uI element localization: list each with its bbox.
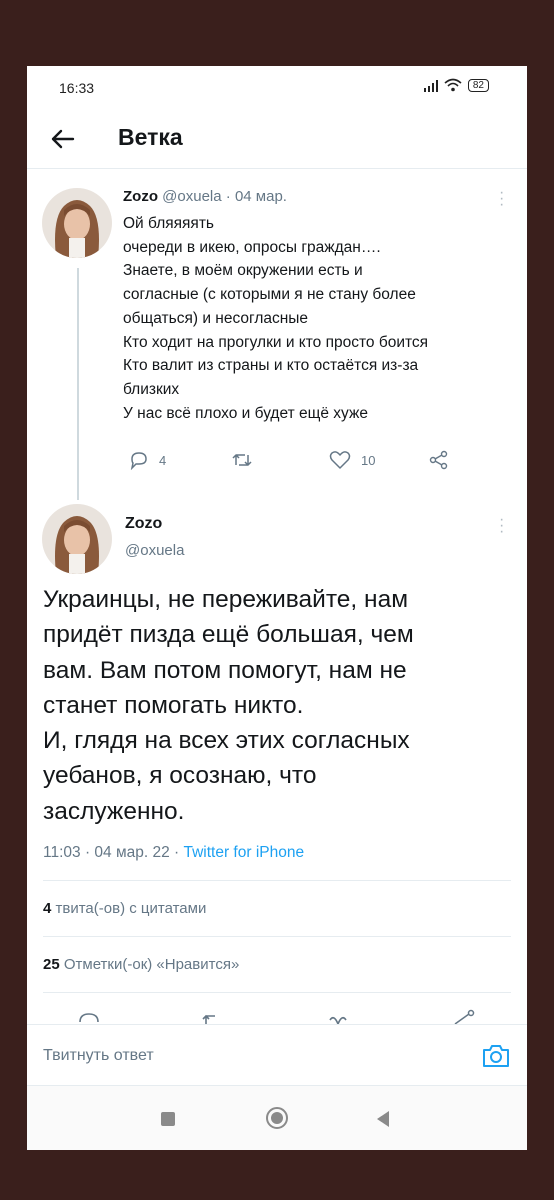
reply-button[interactable]: 4	[129, 450, 166, 470]
page-title: Ветка	[118, 124, 183, 150]
status-icons: 82	[423, 78, 489, 92]
timestamp-text: 11:03 · 04 мар. 22 ·	[43, 844, 184, 861]
share-icon	[429, 450, 448, 470]
author-name[interactable]: Zozo	[123, 188, 158, 205]
likes-label: Отметки(-ок) «Нравится»	[59, 956, 240, 973]
tweet-line: И, глядя на всех этих согласных	[43, 727, 410, 755]
battery-icon: 82	[467, 78, 489, 92]
meta-separator: ·	[225, 188, 231, 205]
tweet-line: станет помогать никто.	[43, 691, 304, 719]
tweet-line: придёт пизда ещё большая, чем	[43, 621, 414, 649]
like-icon	[329, 451, 351, 469]
tweet-line: Украинцы, не переживайте, нам	[43, 586, 409, 613]
likes-stat[interactable]: 25 Отметки(-ок) «Нравится»	[43, 956, 239, 973]
likes-count: 25	[43, 956, 60, 973]
retweet-button[interactable]	[231, 450, 253, 470]
camera-icon[interactable]	[481, 1043, 511, 1069]
top-bar: Ветка	[27, 110, 527, 169]
main-tweet-text: Украинцы, не переживайте, нам придёт пиз…	[43, 582, 513, 829]
tweet-line: Кто ходит на прогулки и кто просто боитс…	[123, 333, 429, 351]
tweet-line: Знаете, в моём окружении есть и	[123, 262, 363, 280]
divider	[43, 992, 511, 993]
reply-count: 4	[159, 452, 167, 468]
tweet-actions: 4 10	[123, 450, 483, 476]
avatar[interactable]	[42, 188, 112, 258]
tweet-meta: Zozo @oxuela · 04 мар.	[123, 188, 287, 205]
reply-composer[interactable]: Твитнуть ответ	[27, 1024, 527, 1086]
tweet-line: уебанов, я осознаю, что	[43, 762, 317, 790]
back-arrow-icon[interactable]	[47, 124, 77, 154]
divider	[43, 880, 511, 881]
tweet-line: вам. Вам потом помогут, нам не	[43, 656, 407, 684]
status-bar: 16:33 82	[27, 66, 527, 110]
source-link[interactable]: Twitter for iPhone	[183, 844, 304, 861]
wifi-icon	[444, 78, 462, 92]
tweet-line: заслуженно.	[43, 797, 185, 825]
signal-icon	[423, 78, 438, 92]
kebab-icon[interactable]: · · ·	[499, 512, 504, 540]
avatar[interactable]	[42, 504, 112, 574]
tweet-line: У нас всё плохо и будет ещё хуже	[123, 404, 368, 422]
author-handle[interactable]: @oxuela	[162, 188, 221, 205]
share-button[interactable]	[429, 450, 449, 470]
thread-line	[77, 268, 79, 500]
tweet-line: близких	[123, 380, 180, 398]
tweet-line: Кто валит из страны и кто остаётся из-за	[123, 357, 419, 375]
divider	[43, 936, 511, 937]
system-nav-bar	[27, 1086, 527, 1150]
home-button[interactable]	[265, 1106, 289, 1130]
tweet-line: общаться) и несогласные	[123, 309, 309, 327]
phone-screen: 16:33 82 Ветка Zozo @oxuela · 04 мар. · …	[27, 66, 527, 1150]
reply-input[interactable]: Твитнуть ответ	[43, 1047, 154, 1065]
like-button[interactable]: 10	[329, 450, 375, 470]
reply-icon	[130, 452, 147, 470]
tweet-timestamp: 11:03 · 04 мар. 22 · Twitter for iPhone	[43, 844, 304, 862]
back-button[interactable]	[375, 1110, 391, 1128]
tweet-date[interactable]: 04 мар.	[235, 188, 287, 205]
kebab-icon[interactable]: · · ·	[499, 185, 504, 213]
retweet-icon	[232, 454, 252, 466]
like-count: 10	[361, 452, 376, 468]
author-name[interactable]: Zozo	[125, 515, 162, 533]
quotes-label: твита(-ов) с цитатами	[51, 900, 207, 917]
tweet-line: согласные (с которыми я не стану более	[123, 286, 416, 304]
tweet-text: Ой бляяяять очереди в икею, опросы гражд…	[123, 212, 513, 425]
author-handle[interactable]: @oxuela	[125, 542, 184, 559]
quotes-stat[interactable]: 4 твита(-ов) с цитатами	[43, 900, 206, 917]
tweet-line: Ой бляяяять	[123, 215, 214, 232]
main-tweet-actions	[27, 1006, 527, 1026]
recents-button[interactable]	[161, 1112, 175, 1126]
tweet-line: очереди в икею, опросы граждан….	[123, 238, 381, 256]
status-time: 16:33	[59, 80, 95, 96]
